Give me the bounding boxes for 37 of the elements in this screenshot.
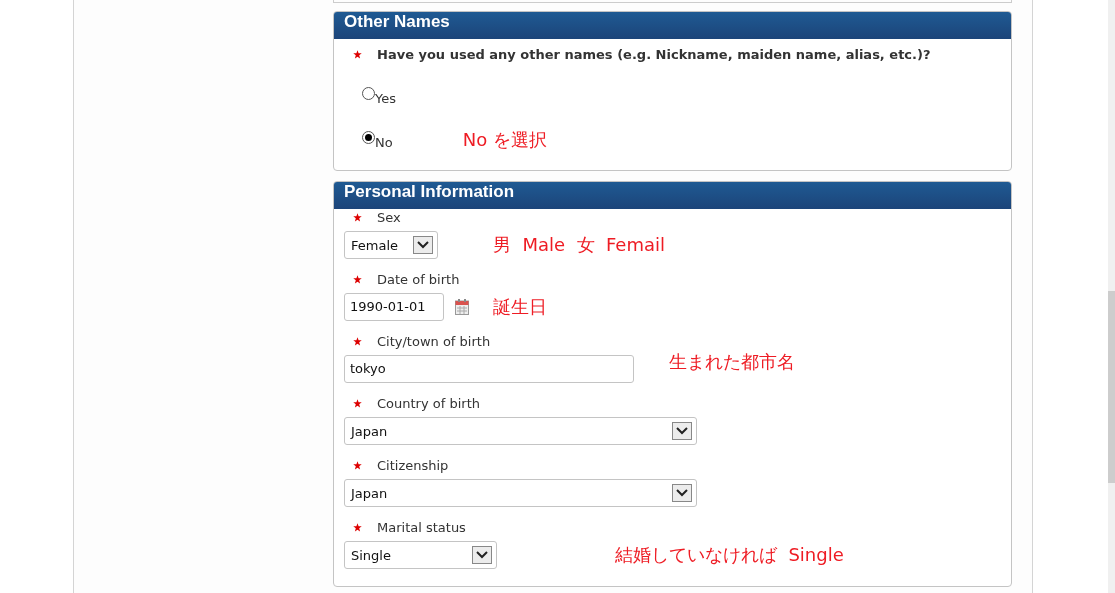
field-label: Sex — [377, 209, 401, 225]
required-star-icon — [353, 460, 362, 470]
field-label: Country of birth — [377, 395, 480, 411]
field-label: Marital status — [377, 519, 466, 535]
annotation-text: 結婚していなければ Single — [615, 543, 844, 567]
radio-button[interactable] — [362, 87, 375, 100]
field-label: Date of birth — [377, 271, 460, 287]
annotation-text: 生まれた都市名 — [669, 350, 795, 374]
scrollbar[interactable] — [1108, 0, 1115, 593]
date-field[interactable]: 1990-01-01 — [344, 293, 444, 321]
chevron-down-icon — [413, 236, 433, 254]
dropdown[interactable]: Japan — [344, 417, 697, 445]
dropdown[interactable]: Single — [344, 541, 497, 569]
required-star-icon — [353, 522, 362, 532]
required-star-icon — [353, 49, 362, 59]
text-field[interactable]: tokyo — [344, 355, 634, 383]
dropdown[interactable]: Japan — [344, 479, 697, 507]
required-star-icon — [353, 274, 362, 284]
panel-title: Other Names — [334, 12, 1011, 39]
field-label: City/town of birth — [377, 333, 491, 349]
chevron-down-icon — [472, 546, 492, 564]
option-label[interactable]: Yes — [375, 91, 396, 106]
annotation-text: 誕生日 — [493, 295, 547, 319]
dropdown[interactable]: Female — [344, 231, 438, 259]
required-star-icon — [353, 398, 362, 408]
required-star-icon — [353, 212, 362, 222]
required-star-icon — [353, 336, 362, 346]
annotation-text: No を選択 — [462, 128, 547, 152]
chevron-down-icon — [672, 484, 692, 502]
field-label: Citizenship — [377, 457, 449, 473]
radio-button[interactable] — [362, 131, 375, 144]
panel-title: Personal Information — [334, 182, 1011, 209]
option-label[interactable]: No — [375, 135, 393, 150]
chevron-down-icon — [672, 422, 692, 440]
annotation-text: 男 Male 女 Femail — [493, 233, 665, 257]
calendar-icon[interactable] — [455, 299, 469, 315]
question-text: Have you used any other names (e.g. Nickname, maiden name, alias, etc.)? — [377, 46, 931, 62]
